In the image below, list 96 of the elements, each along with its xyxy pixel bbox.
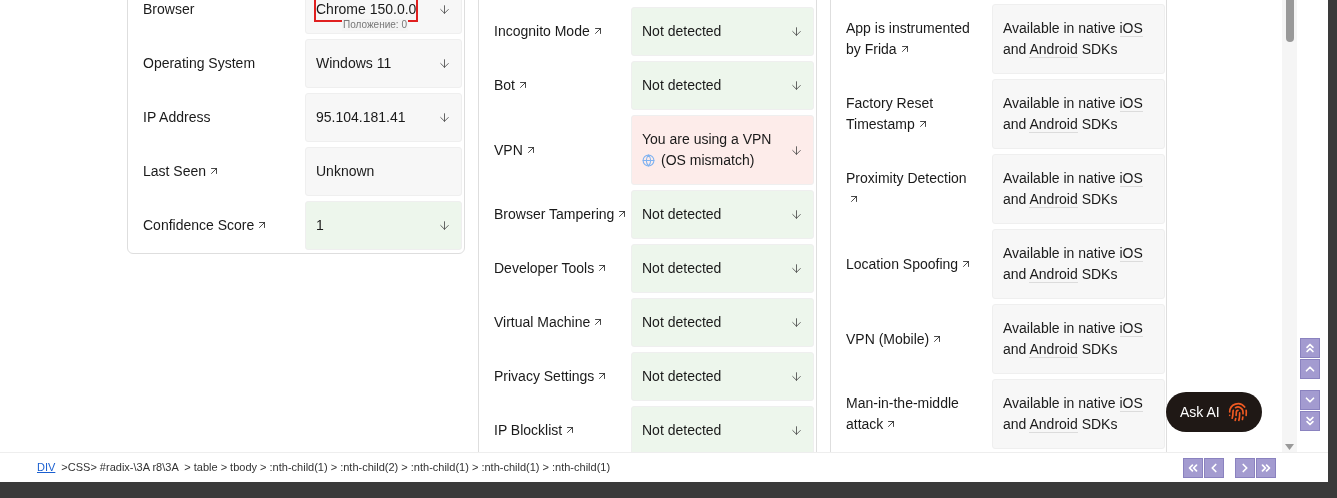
external-link-icon — [517, 79, 529, 91]
expand-icon[interactable] — [438, 3, 451, 16]
sdk-link[interactable]: Android — [1029, 341, 1078, 358]
expand-icon[interactable] — [790, 25, 803, 38]
signal-label[interactable]: Virtual Machine — [494, 312, 605, 333]
sdk-link[interactable]: Android — [1029, 191, 1078, 208]
sdk-link[interactable]: Android — [1029, 266, 1078, 283]
expand-icon[interactable] — [790, 208, 803, 221]
scroll-down-icon[interactable] — [1285, 444, 1294, 450]
value-text: Chrome 150.0.0 — [316, 0, 417, 20]
availability-text: Available in native iOS and Android SDKs — [1003, 394, 1144, 435]
signal-label[interactable]: Browser Tampering — [494, 204, 629, 225]
value-cell[interactable]: Not detected — [631, 190, 814, 239]
value-cell[interactable]: You are using a VPN (OS mismatch) — [631, 115, 814, 185]
availability-text: Available in native iOS and Android SDKs — [1003, 244, 1144, 285]
signal-label[interactable]: Incognito Mode — [494, 21, 604, 42]
signal-label: Operating System — [143, 54, 256, 73]
availability-text: Available in native iOS and Android SDKs — [1003, 94, 1144, 135]
scrollbar-thumb[interactable] — [1285, 0, 1294, 42]
value-text: Not detected — [642, 421, 722, 440]
value-cell[interactable]: 1 — [305, 201, 462, 250]
expand-icon[interactable] — [790, 79, 803, 92]
sdk-link[interactable]: Android — [1029, 116, 1078, 133]
signal-label[interactable]: Man-in-the-middle attack — [846, 393, 976, 435]
ask-ai-button[interactable]: Ask AI — [1166, 392, 1262, 432]
signal-label[interactable]: Privacy Settings — [494, 366, 609, 387]
value-text: Not detected — [642, 313, 722, 332]
value-cell[interactable]: Not detected — [631, 7, 814, 56]
signal-label[interactable]: App is instrumented by Frida — [846, 18, 976, 60]
external-link-icon — [848, 193, 860, 205]
expand-icon[interactable] — [438, 57, 451, 70]
expand-icon[interactable] — [438, 111, 451, 124]
previous-match-button[interactable] — [1300, 359, 1320, 379]
sdk-link[interactable]: iOS — [1119, 20, 1143, 37]
signal-label: Browser — [143, 0, 195, 19]
value-text: Windows 11 — [316, 54, 392, 73]
first-match-icon — [1303, 341, 1317, 355]
value-note: (OS mismatch) — [661, 151, 755, 170]
sdk-link[interactable]: Android — [1029, 416, 1078, 433]
expand-icon[interactable] — [790, 424, 803, 437]
value-text: Not detected — [642, 76, 722, 95]
value-cell[interactable]: Not detected — [631, 352, 814, 401]
last-element-button[interactable] — [1256, 457, 1276, 478]
availability-text: Available in native iOS and Android SDKs — [1003, 319, 1144, 360]
value-text: Not detected — [642, 259, 722, 278]
value-cell[interactable]: Not detected — [631, 298, 814, 347]
signal-label[interactable]: Proximity Detection — [846, 168, 976, 210]
signal-label[interactable]: VPN — [494, 139, 537, 161]
value-text: Unknown — [316, 162, 375, 181]
value-cell[interactable]: Chrome 150.0.0 Положение: 0 — [305, 0, 462, 34]
sdk-link[interactable]: iOS — [1119, 170, 1143, 187]
signal-label[interactable]: IP Blocklist — [494, 420, 577, 441]
signal-label[interactable]: Developer Tools — [494, 258, 609, 279]
last-match-icon — [1303, 414, 1317, 428]
value-text: Not detected — [642, 205, 722, 224]
value-text: Not detected — [642, 22, 722, 41]
value-text: Not detected — [642, 367, 722, 386]
availability-text: Available in native iOS and Android SDKs — [1003, 169, 1144, 210]
value-cell[interactable]: Not detected — [631, 244, 814, 293]
value-text: 95.104.181.41 — [316, 108, 406, 127]
position-tooltip: Положение: 0 — [342, 19, 408, 31]
selector-path: >CSS> #radix-\3A r8\3A > table > tbody > :nth-child(1) > :nth-child(2) > :nth-child(1) > :nth-child(1) > :nth-child(1) — [61, 460, 611, 476]
scrollbar[interactable] — [1282, 0, 1297, 452]
signal-label[interactable]: VPN (Mobile) — [846, 328, 944, 350]
value-text: You are using a VPN — [642, 130, 772, 149]
signal-label[interactable]: Confidence Score — [143, 215, 269, 236]
previous-element-button[interactable] — [1204, 457, 1224, 478]
signal-label[interactable]: Bot — [494, 75, 529, 96]
first-element-button[interactable] — [1183, 457, 1203, 478]
expand-icon[interactable] — [790, 262, 803, 275]
expand-icon[interactable] — [790, 143, 803, 157]
sdk-link[interactable]: iOS — [1119, 95, 1143, 112]
signal-label[interactable]: Factory Reset Timestamp — [846, 93, 976, 135]
expand-icon[interactable] — [790, 316, 803, 329]
value-cell[interactable]: Not detected — [631, 406, 814, 452]
next-match-button[interactable] — [1300, 390, 1320, 410]
availability-text: Available in native iOS and Android SDKs — [1003, 19, 1144, 60]
expand-icon[interactable] — [438, 219, 451, 232]
value-text: 1 — [316, 216, 324, 235]
value-cell[interactable]: 95.104.181.41 — [305, 93, 462, 142]
last-match-button[interactable] — [1300, 411, 1320, 431]
value-cell[interactable]: Not detected — [631, 61, 814, 110]
expand-icon[interactable] — [790, 370, 803, 383]
first-match-button[interactable] — [1300, 338, 1320, 358]
globe-icon — [642, 154, 655, 167]
signal-label[interactable]: Location Spoofing — [846, 253, 973, 275]
sdk-link[interactable]: iOS — [1119, 320, 1143, 337]
sdk-link[interactable]: iOS — [1119, 395, 1143, 412]
next-element-button[interactable] — [1235, 457, 1255, 478]
sdk-link[interactable]: iOS — [1119, 245, 1143, 262]
value-cell[interactable]: Windows 11 — [305, 39, 462, 88]
signal-label: IP Address — [143, 108, 211, 127]
fingerprint-icon — [1227, 402, 1248, 422]
signal-label[interactable]: Last Seen — [143, 161, 221, 182]
sdk-link[interactable]: Android — [1029, 41, 1078, 58]
element-link[interactable]: DIV — [37, 459, 56, 476]
